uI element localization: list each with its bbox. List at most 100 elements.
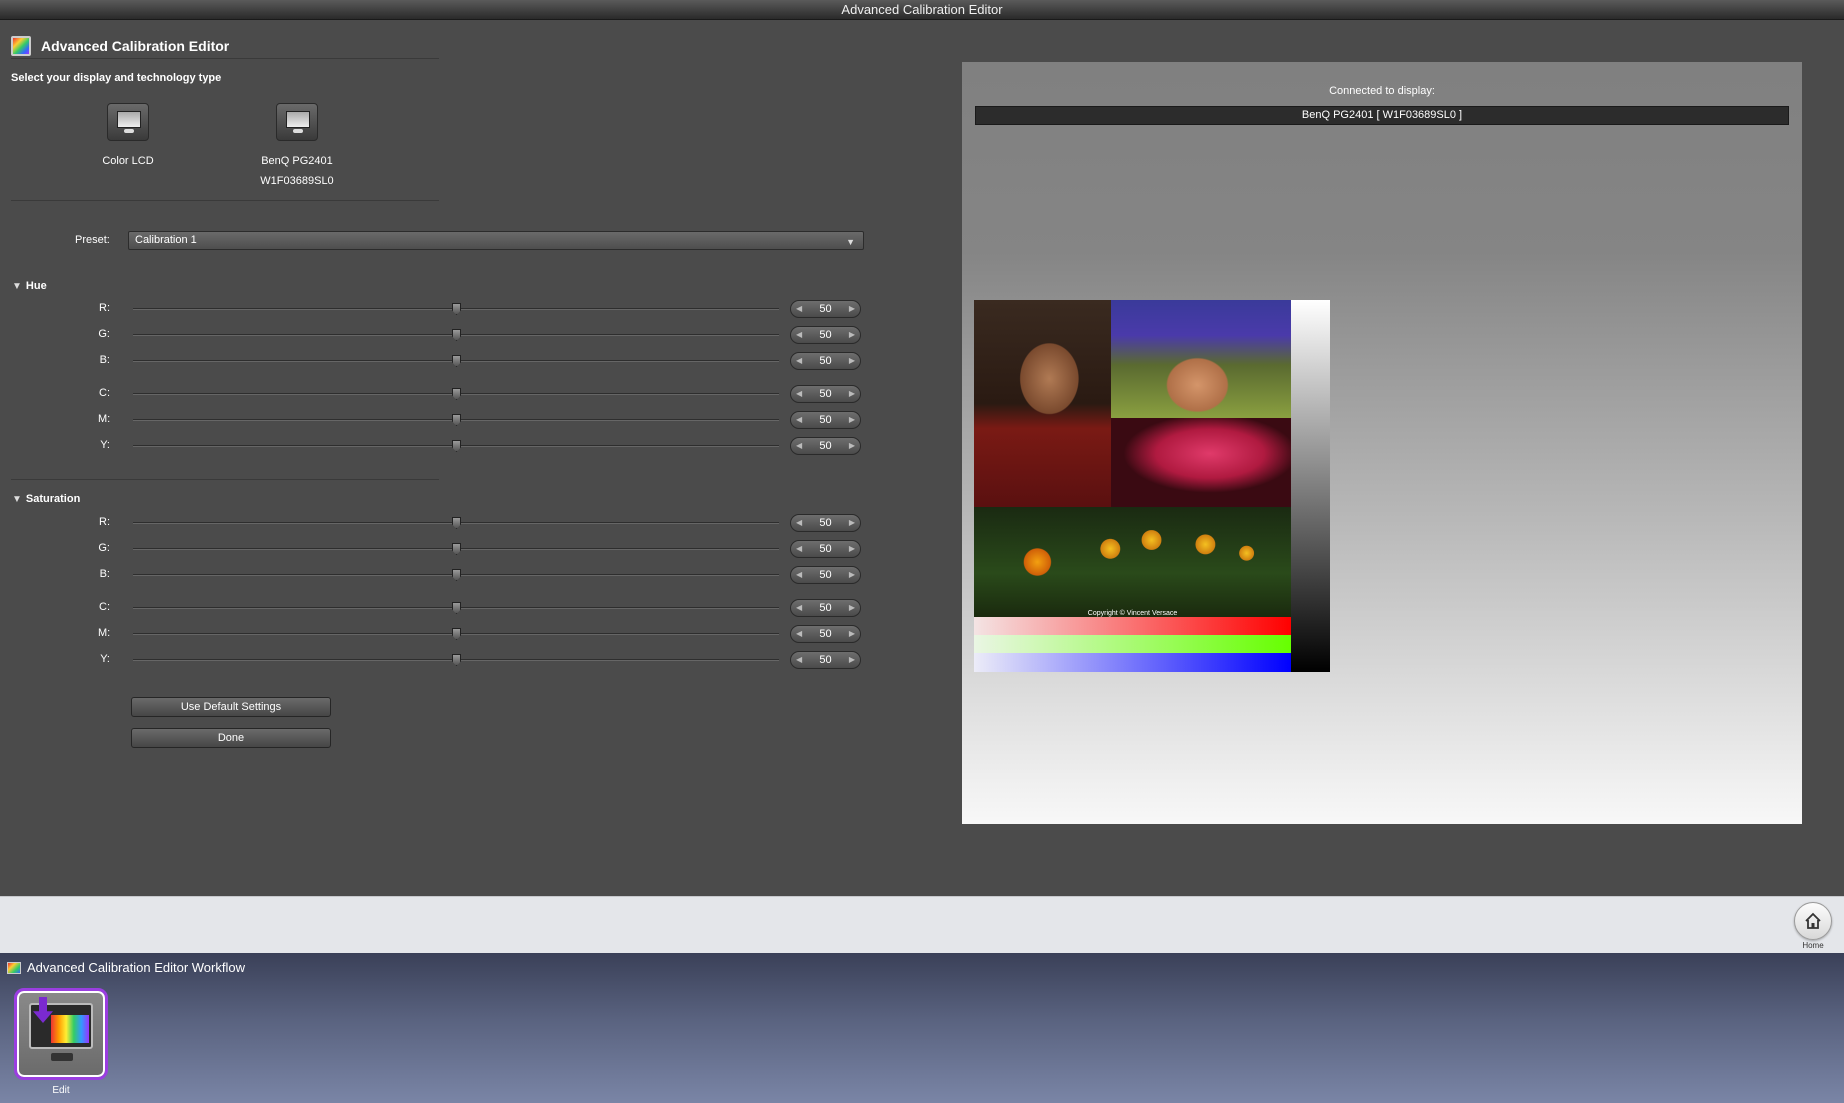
slider-thumb[interactable] [452, 355, 461, 367]
slider-thumb[interactable] [452, 654, 461, 666]
done-button[interactable]: Done [131, 728, 331, 748]
hue-value-stepper[interactable]: ◀ 50 ▶ [790, 300, 861, 318]
channel-label: C: [99, 387, 110, 399]
decrement-arrow-icon[interactable]: ◀ [796, 301, 802, 317]
hue-row-g: G: ◀ 50 ▶ [0, 326, 870, 344]
stepper-value: 50 [819, 602, 832, 614]
decrement-arrow-icon[interactable]: ◀ [796, 515, 802, 531]
divider [11, 200, 439, 201]
hue-value-stepper[interactable]: ◀ 50 ▶ [790, 352, 861, 370]
decrement-arrow-icon[interactable]: ◀ [796, 386, 802, 402]
channel-label: B: [99, 354, 110, 366]
grayscale-ramp [1291, 300, 1330, 672]
calibration-app-icon [11, 36, 31, 56]
saturation-row-r: R: ◀ 50 ▶ [0, 514, 870, 532]
preset-select[interactable]: Calibration 1 ▼ [128, 231, 864, 250]
increment-arrow-icon[interactable]: ▶ [849, 412, 855, 428]
stepper-value: 50 [819, 654, 832, 666]
display-option-color-lcd[interactable]: Color LCD [58, 103, 198, 171]
decrement-arrow-icon[interactable]: ◀ [796, 438, 802, 454]
stepper-value: 50 [819, 628, 832, 640]
increment-arrow-icon[interactable]: ▶ [849, 301, 855, 317]
channel-label: R: [99, 516, 110, 528]
channel-label: Y: [100, 439, 110, 451]
saturation-value-stepper[interactable]: ◀ 50 ▶ [790, 514, 861, 532]
green-gradient-bar [974, 635, 1291, 653]
hue-value-stepper[interactable]: ◀ 50 ▶ [790, 385, 861, 403]
workflow-step-label: Edit [52, 1085, 70, 1096]
stepper-value: 50 [819, 543, 832, 555]
decrement-arrow-icon[interactable]: ◀ [796, 353, 802, 369]
preset-value: Calibration 1 [135, 234, 197, 246]
saturation-value-stepper[interactable]: ◀ 50 ▶ [790, 651, 861, 669]
saturation-value-stepper[interactable]: ◀ 50 ▶ [790, 625, 861, 643]
increment-arrow-icon[interactable]: ▶ [849, 438, 855, 454]
increment-arrow-icon[interactable]: ▶ [849, 541, 855, 557]
increment-arrow-icon[interactable]: ▶ [849, 600, 855, 616]
use-default-settings-button[interactable]: Use Default Settings [131, 697, 331, 717]
red-gradient-bar [974, 617, 1291, 635]
display-serial: W1F03689SL0 [260, 175, 334, 187]
increment-arrow-icon[interactable]: ▶ [849, 515, 855, 531]
stepper-value: 50 [819, 414, 832, 426]
display-select-label: Select your display and technology type [11, 72, 222, 84]
channel-label: B: [99, 568, 110, 580]
channel-label: C: [99, 601, 110, 613]
slider-thumb[interactable] [452, 329, 461, 341]
stepper-value: 50 [819, 440, 832, 452]
slider-thumb[interactable] [452, 414, 461, 426]
connected-label: Connected to display: [1329, 85, 1435, 97]
increment-arrow-icon[interactable]: ▶ [849, 567, 855, 583]
decrement-arrow-icon[interactable]: ◀ [796, 327, 802, 343]
decrement-arrow-icon[interactable]: ◀ [796, 412, 802, 428]
hue-value-stepper[interactable]: ◀ 50 ▶ [790, 411, 861, 429]
page-title: Advanced Calibration Editor [41, 38, 230, 54]
workflow-step-edit[interactable] [14, 988, 108, 1080]
hue-group-toggle[interactable]: ▼ Hue [12, 280, 47, 292]
monitor-icon [276, 103, 318, 141]
increment-arrow-icon[interactable]: ▶ [849, 626, 855, 642]
channel-label: G: [98, 542, 110, 554]
download-arrow-icon [33, 997, 53, 1023]
home-button[interactable] [1794, 902, 1832, 940]
channel-label: G: [98, 328, 110, 340]
slider-thumb[interactable] [452, 569, 461, 581]
increment-arrow-icon[interactable]: ▶ [849, 386, 855, 402]
window-title: Advanced Calibration Editor [0, 0, 1844, 20]
portrait-monk-photo [974, 300, 1111, 507]
channel-label: M: [98, 627, 111, 639]
decrement-arrow-icon[interactable]: ◀ [796, 652, 802, 668]
decrement-arrow-icon[interactable]: ◀ [796, 541, 802, 557]
slider-thumb[interactable] [452, 517, 461, 529]
saturation-value-stepper[interactable]: ◀ 50 ▶ [790, 566, 861, 584]
slider-thumb[interactable] [452, 543, 461, 555]
preset-label: Preset: [75, 234, 110, 246]
channel-label: R: [99, 302, 110, 314]
decrement-arrow-icon[interactable]: ◀ [796, 567, 802, 583]
increment-arrow-icon[interactable]: ▶ [849, 652, 855, 668]
image-copyright: Copyright © Vincent Versace [1087, 610, 1178, 617]
hue-value-stepper[interactable]: ◀ 50 ▶ [790, 326, 861, 344]
slider-thumb[interactable] [452, 628, 461, 640]
stepper-value: 50 [819, 388, 832, 400]
monitor-stand [51, 1053, 73, 1061]
decrement-arrow-icon[interactable]: ◀ [796, 600, 802, 616]
saturation-value-stepper[interactable]: ◀ 50 ▶ [790, 540, 861, 558]
poppies-photo [974, 507, 1291, 617]
slider-thumb[interactable] [452, 602, 461, 614]
display-option-benq[interactable]: BenQ PG2401 W1F03689SL0 [227, 103, 367, 191]
saturation-value-stepper[interactable]: ◀ 50 ▶ [790, 599, 861, 617]
divider [11, 58, 439, 59]
saturation-group-toggle[interactable]: ▼ Saturation [12, 493, 80, 505]
slider-thumb[interactable] [452, 303, 461, 315]
decrement-arrow-icon[interactable]: ◀ [796, 626, 802, 642]
saturation-group-title: Saturation [25, 493, 81, 505]
stepper-value: 50 [819, 517, 832, 529]
slider-thumb[interactable] [452, 440, 461, 452]
hue-row-b: B: ◀ 50 ▶ [0, 352, 870, 370]
slider-thumb[interactable] [452, 388, 461, 400]
increment-arrow-icon[interactable]: ▶ [849, 327, 855, 343]
channel-label: Y: [100, 653, 110, 665]
increment-arrow-icon[interactable]: ▶ [849, 353, 855, 369]
hue-value-stepper[interactable]: ◀ 50 ▶ [790, 437, 861, 455]
